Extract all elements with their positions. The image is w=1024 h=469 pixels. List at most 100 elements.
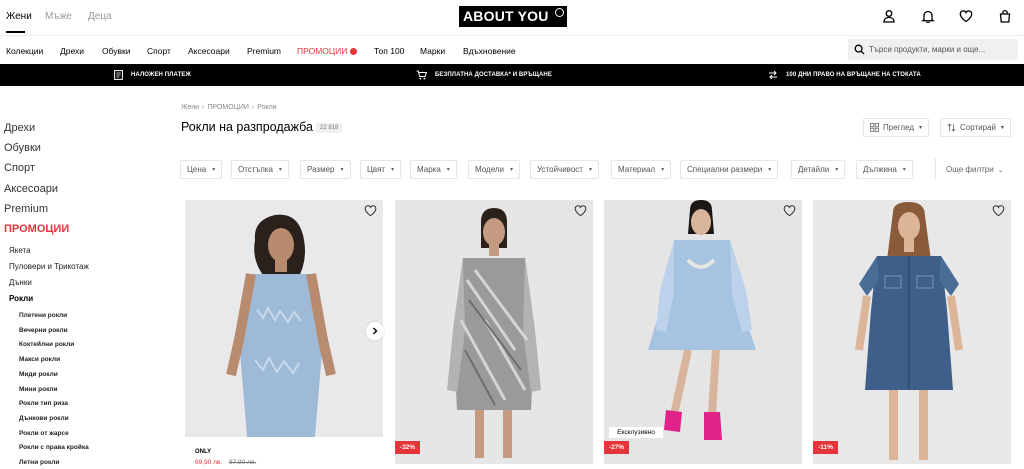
filter-size[interactable]: Размер ▾ [300,160,351,179]
nav-item-top100[interactable]: Топ 100 [374,46,404,56]
sidebar-item-mini-dresses[interactable]: Мини рокли [19,386,58,393]
page-title: Рокли на разпродажба [181,120,313,134]
top-bar: Жени Мъже Деца ABOUT YOU [0,0,1024,34]
nav-item-accessories[interactable]: Аксесоари [188,46,230,56]
product-image[interactable] [185,200,383,437]
carousel-next-button[interactable] [366,322,384,340]
sidebar-item-premium[interactable]: Premium [4,203,48,215]
nav-item-clothing[interactable]: Дрехи [60,46,84,56]
return-arrows-icon [769,70,777,80]
search-icon [854,44,865,55]
user-icon[interactable] [882,9,896,23]
search-input[interactable] [869,39,1014,60]
cart-icon [416,70,427,80]
product-image[interactable]: Ексклузивно -27% [604,200,802,464]
grid-view-icon [870,123,879,132]
sidebar-item-summer-dresses[interactable]: Летни рокли [19,459,59,466]
strip-label-cod: НАЛОЖЕН ПЛАТЕЖ [131,72,192,78]
filter-material[interactable]: Материал ▾ [611,160,672,179]
sidebar-item-clothing[interactable]: Дрехи [4,122,35,134]
sidebar-item-knit-dresses[interactable]: Плетени рокли [19,312,67,319]
sidebar-item-jackets[interactable]: Якета [9,246,31,255]
filter-label: Отстъпка [238,165,273,174]
filter-sustainability[interactable]: Устойчивост ▾ [530,160,599,179]
product-photo-dress-blue-mini [604,200,802,464]
sidebar-item-sport[interactable]: Спорт [4,162,35,174]
product-image[interactable]: -11% [813,200,1011,464]
breadcrumb-item-women[interactable]: Жени [181,104,199,111]
product-photo-dress-sequin [395,200,593,464]
nav-item-sport[interactable]: Спорт [147,46,171,56]
chevron-down-icon: ▾ [902,167,906,173]
sidebar-item-accessories[interactable]: Аксесоари [4,183,58,195]
filter-price[interactable]: Цена ▾ [180,160,223,179]
sidebar-item-shirt-dresses[interactable]: Рокли тип риза [19,400,68,407]
receipt-icon [114,70,123,80]
strip-cash-on-delivery: НАЛОЖЕН ПЛАТЕЖ [114,64,191,86]
favorite-heart-icon[interactable] [783,204,796,217]
breadcrumb-separator: › [251,104,255,111]
bell-icon[interactable] [921,9,935,23]
sidebar-item-dresses[interactable]: Рокли [9,294,33,303]
nav-item-shoes[interactable]: Обувки [102,46,131,56]
product-card[interactable]: ONLY 69,90 лв. 87,90 лв. [185,200,383,469]
filter-models[interactable]: Модели ▾ [468,160,521,179]
product-brand: ONLY [195,449,212,455]
favorite-heart-icon[interactable] [364,204,377,217]
more-filters-button[interactable]: Още филтри ⌄ [946,165,1004,174]
nav-item-inspiration[interactable]: Вдъхновение [463,46,516,56]
gender-tab-kids[interactable]: Деца [88,11,112,22]
discount-badge: -27% [604,441,629,454]
chevron-down-icon: ▾ [1001,125,1005,131]
view-button[interactable]: Преглед ▾ [863,118,930,137]
product-original-price: 87,90 лв. [229,459,257,466]
favorite-heart-icon[interactable] [992,204,1005,217]
strip-return-policy: 100 ДНИ ПРАВО НА ВРЪЩАНЕ НА СТОКАТА [768,64,921,86]
bag-icon[interactable] [998,9,1012,23]
sidebar-item-straight-dresses[interactable]: Рокли с права кройка [19,444,89,451]
sidebar-item-cocktail-dresses[interactable]: Коктейлни рокли [19,341,74,348]
sidebar-item-evening-dresses[interactable]: Вечерни рокли [19,327,68,334]
chevron-down-icon: ▾ [278,167,282,173]
filter-details[interactable]: Детайли ▾ [791,160,846,179]
product-card[interactable]: -11% [813,200,1011,469]
filter-special-sizes[interactable]: Специални размери ▾ [680,160,779,179]
chevron-down-icon: ▾ [768,167,772,173]
filter-discount[interactable]: Отстъпка ▾ [231,160,289,179]
filter-label: Материал [618,165,656,174]
sidebar-item-jersey-dresses[interactable]: Рокли от жарсе [19,430,69,437]
breadcrumb-item-dresses: Рокли [257,104,277,111]
breadcrumb-item-promotions[interactable]: ПРОМОЦИИ [207,104,249,111]
nav-item-premium[interactable]: Premium [247,46,281,56]
favorite-heart-icon[interactable] [574,204,587,217]
product-card[interactable]: Ексклузивно -27% [604,200,802,469]
sidebar-item-jeans[interactable]: Дънки [9,278,32,287]
sidebar-item-maxi-dresses[interactable]: Макси рокли [19,356,60,363]
nav-item-promotions[interactable]: ПРОМОЦИИ [297,46,358,56]
filter-label: Цвят [367,165,386,174]
product-card[interactable]: -32% [395,200,593,469]
filter-length[interactable]: Дължина ▾ [856,160,913,179]
service-strip: НАЛОЖЕН ПЛАТЕЖ БЕЗПЛАТНА ДОСТАВКА* И ВРЪ… [0,64,1024,86]
gender-tab-men[interactable]: Мъже [45,11,72,22]
sidebar-item-midi-dresses[interactable]: Миди рокли [19,371,58,378]
filter-label: Размер [307,165,335,174]
strip-label-delivery: БЕЗПЛАТНА ДОСТАВКА* И ВРЪЩАНЕ [435,72,552,78]
gender-tab-women[interactable]: Жени [6,11,32,22]
chevron-down-icon: ▾ [661,167,665,173]
sort-button[interactable]: Сортирай ▾ [940,118,1012,137]
search-box[interactable] [848,39,1018,60]
sidebar-item-shoes[interactable]: Обувки [4,142,41,154]
filter-color[interactable]: Цвят ▾ [360,160,402,179]
nav-item-collections[interactable]: Колекции [6,46,43,56]
active-tab-indicator [6,31,25,33]
filter-brand[interactable]: Марка ▾ [410,160,457,179]
nav-item-brands[interactable]: Марки [420,46,445,56]
heart-icon[interactable] [959,9,973,23]
sidebar-item-sweaters[interactable]: Пуловери и Трикотаж [9,262,89,271]
nav-item-promotions-label: ПРОМОЦИИ [297,46,348,56]
logo[interactable]: ABOUT YOU [459,6,567,27]
sidebar-item-denim-dresses[interactable]: Дънкови рокли [19,415,69,422]
sidebar-item-promotions[interactable]: ПРОМОЦИИ [4,223,69,235]
product-image[interactable]: -32% [395,200,593,464]
